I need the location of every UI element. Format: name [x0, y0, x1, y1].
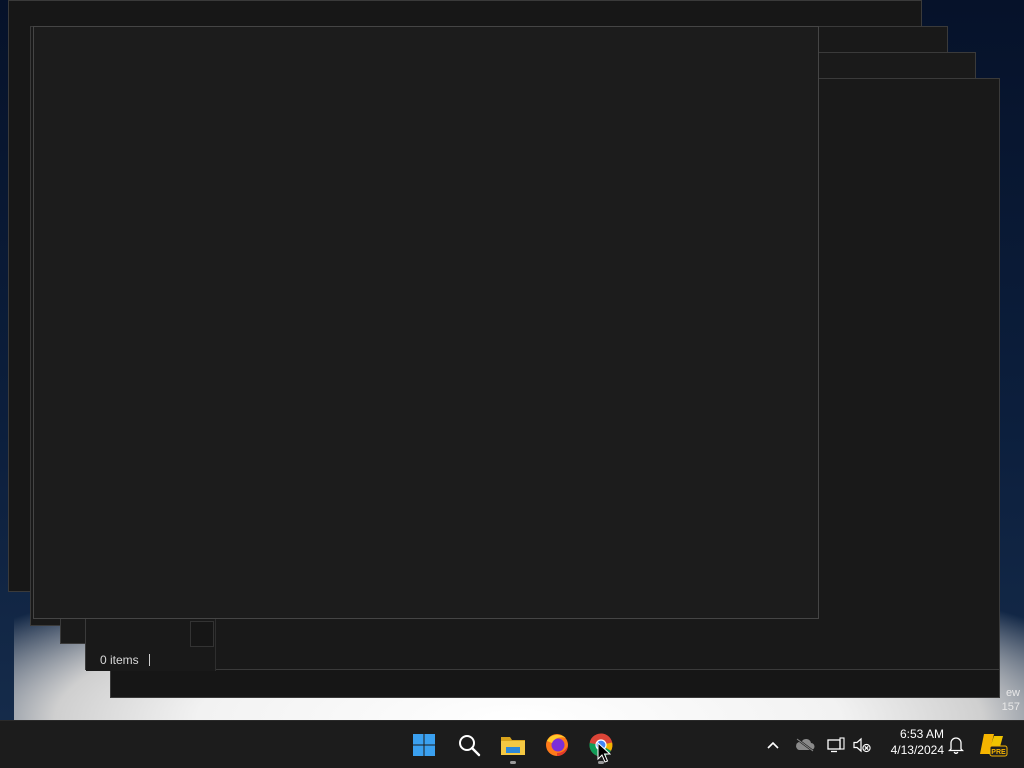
- status-item-count: 0 items: [100, 653, 139, 667]
- copilot-badge: PRE: [991, 749, 1006, 756]
- mouse-cursor-icon: [597, 742, 611, 763]
- copilot-button[interactable]: PRE: [976, 721, 1010, 768]
- file-explorer-taskbar-button[interactable]: [493, 725, 533, 765]
- copilot-pre-icon: PRE: [980, 734, 1008, 757]
- desktop-icon-label[interactable]: ew 157: [1000, 686, 1020, 714]
- volume-muted-icon: [853, 737, 871, 753]
- desktop: ew 157 0 items: [0, 0, 1024, 720]
- show-hidden-icons-button[interactable]: [760, 721, 786, 768]
- status-separator: [148, 654, 150, 666]
- running-indicator: [510, 761, 516, 764]
- chevron-up-icon: [767, 741, 779, 749]
- bell-icon: [948, 737, 964, 754]
- firefox-icon: [546, 734, 568, 756]
- start-button[interactable]: [404, 725, 444, 765]
- network-tray-button[interactable]: [824, 721, 848, 768]
- taskbar: PRE: [0, 720, 1024, 768]
- windows-start-icon: [413, 734, 435, 756]
- onedrive-tray-button[interactable]: [792, 721, 818, 768]
- file-explorer-icon: [501, 737, 525, 755]
- network-icon: [827, 737, 845, 753]
- clock-time: 6:53 AM: [899, 727, 944, 741]
- status-bar: 0 items: [100, 652, 150, 668]
- volume-tray-button[interactable]: [850, 721, 874, 768]
- search-icon: [459, 735, 481, 757]
- onedrive-offline-icon: [796, 738, 815, 752]
- clock-date: 4/13/2024: [890, 743, 944, 757]
- search-button[interactable]: [449, 725, 489, 765]
- desktop-icon-label-line2: 157: [1001, 701, 1020, 713]
- desktop-icon-label-line1: ew: [1005, 687, 1020, 699]
- firefox-taskbar-button[interactable]: [537, 725, 577, 765]
- clock[interactable]: 6:53 AM 4/13/2024: [878, 726, 944, 758]
- notification-center-button[interactable]: [945, 721, 967, 768]
- nav-pane-scroll-area: [190, 621, 214, 647]
- foreground-window[interactable]: [33, 26, 819, 619]
